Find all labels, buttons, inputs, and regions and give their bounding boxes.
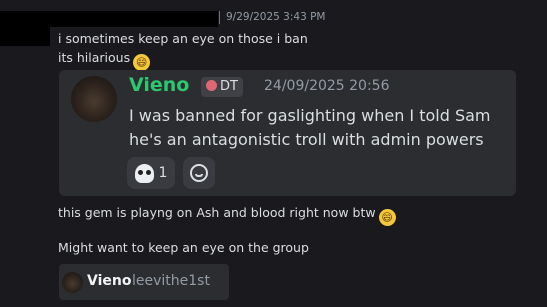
grin-emoji-icon: 😄 — [133, 54, 151, 71]
header-separator — [219, 11, 220, 24]
redacted-avatar — [0, 22, 50, 46]
reaction-skull[interactable]: 1 — [127, 157, 175, 189]
embed-timestamp: 24/09/2025 20:56 — [264, 78, 390, 94]
message-line: this gem is playng on Ash and blood righ… — [58, 205, 396, 226]
add-reaction-button[interactable] — [183, 157, 215, 189]
chip-display-name: Vieno — [87, 273, 132, 289]
avatar — [62, 272, 83, 293]
message-text: its hilarious — [58, 50, 131, 65]
role-tag[interactable]: DT — [201, 77, 243, 97]
message-timestamp: 9/29/2025 3:43 PM — [226, 11, 326, 23]
reaction-count: 1 — [158, 165, 168, 181]
message-text: i sometimes keep an eye on those i ban — [58, 31, 308, 46]
role-tag-label: DT — [220, 79, 238, 94]
message-line: its hilarious 😄 — [58, 50, 151, 71]
message-line: i sometimes keep an eye on those i ban — [58, 31, 308, 46]
quoted-message-embed[interactable]: Vieno DT 24/09/2025 20:56 I was banned f… — [59, 70, 516, 196]
avatar[interactable] — [71, 76, 117, 122]
grin-emoji-icon: 😄 — [378, 209, 396, 226]
role-skull-icon — [206, 80, 217, 91]
embed-author-name[interactable]: Vieno — [129, 74, 189, 96]
skull-icon — [134, 163, 154, 183]
message-line: Might want to keep an eye on the group — [58, 240, 309, 255]
embed-message-text: I was banned for gaslighting when I told… — [129, 106, 491, 149]
user-mention-chip[interactable]: Vieno leevithe1st — [59, 264, 229, 300]
add-reaction-icon — [190, 164, 208, 182]
message-text: Might want to keep an eye on the group — [58, 240, 309, 255]
message-text: this gem is playng on Ash and blood righ… — [58, 205, 376, 220]
chip-username: leevithe1st — [132, 273, 210, 289]
